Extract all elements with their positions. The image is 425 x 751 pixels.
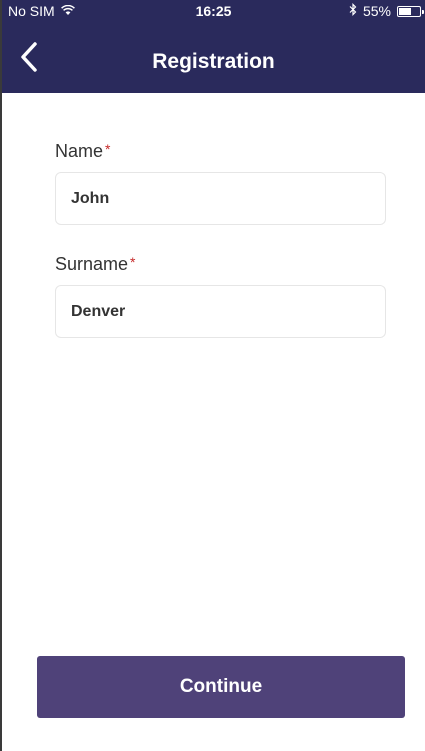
app-screen: No SIM 16:25 55% Registration Name * Joh… [0, 0, 425, 751]
surname-input[interactable] [71, 302, 370, 321]
continue-button[interactable]: Continue [37, 656, 405, 718]
name-label-text: Name [55, 141, 104, 161]
header: No SIM 16:25 55% Registration [2, 0, 425, 93]
status-bar: No SIM 16:25 55% [2, 0, 425, 22]
nav-bar: Registration [2, 22, 425, 93]
name-label: Name * [55, 141, 110, 162]
surname-label-text: Surname [55, 254, 129, 274]
surname-label: Surname * [55, 254, 136, 275]
battery-level [399, 7, 412, 15]
status-right: 55% [349, 3, 424, 19]
name-input[interactable] [71, 189, 370, 208]
required-mark: * [105, 141, 111, 157]
name-field-container [55, 172, 386, 225]
required-mark: * [130, 254, 136, 270]
surname-field-container [55, 285, 386, 338]
bluetooth-icon [349, 3, 357, 19]
battery-percent: 55% [362, 3, 391, 19]
battery-icon [397, 5, 424, 17]
page-title: Registration [152, 50, 275, 73]
